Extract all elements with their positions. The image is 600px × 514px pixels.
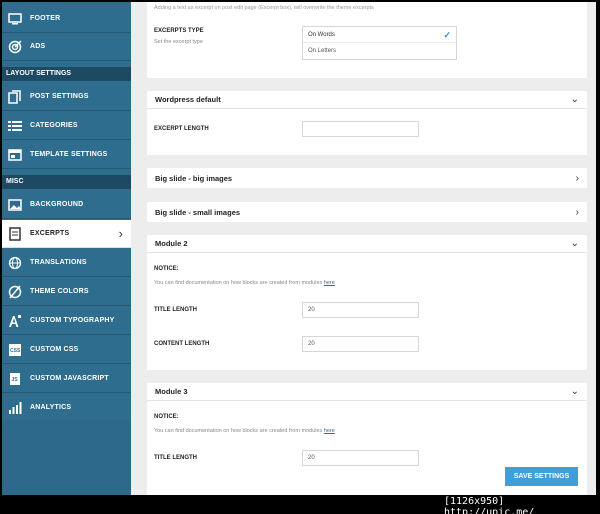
intro-text: Adding a text as excerpt on post edit pa…	[154, 5, 374, 11]
typography-icon	[4, 314, 26, 328]
excerpts-type-panel: Adding a text as excerpt on post edit pa…	[147, 2, 587, 78]
document-icon	[4, 226, 26, 241]
notice-text: You can find documentation on how blocks…	[154, 280, 335, 286]
save-settings-button[interactable]: SAVE SETTINGS	[505, 467, 578, 486]
documentation-link[interactable]: here	[324, 280, 335, 286]
sidebar-item-label: POST SETTINGS	[30, 93, 89, 100]
window-icon	[4, 148, 26, 161]
module-3-header[interactable]: Module 3 ⌄	[147, 383, 587, 401]
option-on-words[interactable]: On Words ✓	[303, 27, 456, 43]
chevron-right-icon: ›	[118, 226, 123, 241]
panel-title: Module 3	[155, 387, 188, 396]
chevron-down-icon: ⌄	[570, 94, 579, 105]
sidebar-item-categories[interactable]: CATEGORIES	[2, 112, 131, 140]
sidebar: FOOTER ADS LAYOUT SETTINGS POST SETTINGS…	[2, 2, 131, 495]
title-length-input[interactable]: 20	[302, 450, 419, 466]
chevron-right-icon: ›	[575, 172, 579, 184]
sidebar-item-label: CUSTOM CSS	[30, 346, 79, 353]
image-icon	[4, 198, 26, 211]
checkmark-icon: ✓	[443, 30, 451, 40]
sidebar-item-custom-typography[interactable]: CUSTOM TYPOGRAPHY	[2, 307, 131, 335]
panel-title: Big slide - small images	[155, 207, 241, 217]
sidebar-item-background[interactable]: BACKGROUND	[2, 191, 131, 219]
chevron-right-icon: ›	[575, 206, 579, 218]
section-misc: MISC	[2, 175, 131, 189]
sidebar-item-theme-colors[interactable]: THEME COLORS	[2, 278, 131, 306]
sidebar-item-excerpts[interactable]: EXCERPTS ›	[2, 220, 131, 248]
module-2-header[interactable]: Module 2 ⌄	[147, 235, 587, 253]
sidebar-item-template-settings[interactable]: TEMPLATE SETTINGS	[2, 141, 131, 169]
content-length-label: CONTENT LENGTH	[154, 341, 210, 347]
svg-text:JS: JS	[12, 377, 19, 383]
wordpress-default-panel: Wordpress default ⌄ EXCERPT LENGTH	[147, 91, 587, 155]
css-file-icon: CSS	[4, 343, 26, 357]
big-slide-big-panel: Big slide - big images ›	[147, 168, 587, 188]
sidebar-item-label: FOOTER	[30, 15, 61, 22]
excerpt-length-input[interactable]	[302, 121, 419, 137]
excerpts-type-label: EXCERPTS TYPE	[154, 28, 204, 34]
documentation-link[interactable]: here	[324, 428, 335, 434]
title-length-input[interactable]: 20	[302, 302, 419, 318]
sidebar-item-label: EXCERPTS	[30, 230, 70, 237]
sidebar-item-analytics[interactable]: ANALYTICS	[2, 394, 131, 422]
option-on-letters[interactable]: On Letters	[303, 43, 456, 59]
panel-title: Big slide - big images	[155, 173, 233, 183]
target-icon	[4, 39, 26, 54]
sidebar-item-custom-css[interactable]: CSS CUSTOM CSS	[2, 336, 131, 364]
sidebar-item-custom-javascript[interactable]: JS CUSTOM JAVASCRIPT	[2, 365, 131, 393]
bar-chart-icon	[4, 401, 26, 415]
sidebar-item-footer[interactable]: FOOTER	[2, 5, 131, 33]
notice-label: NOTICE:	[154, 414, 179, 420]
sidebar-item-ads[interactable]: ADS	[2, 33, 131, 61]
panel-title: Module 2	[155, 239, 188, 248]
notice-text: You can find documentation on how blocks…	[154, 428, 335, 434]
js-file-icon: JS	[4, 372, 26, 386]
content-length-input[interactable]: 20	[302, 336, 419, 352]
sidebar-item-translations[interactable]: TRANSLATIONS	[2, 249, 131, 277]
title-length-label: TITLE LENGTH	[154, 307, 197, 313]
panel-title: Wordpress default	[155, 95, 221, 104]
chevron-down-icon: ⌄	[570, 386, 579, 397]
title-length-label: TITLE LENGTH	[154, 455, 197, 461]
big-slide-small-header[interactable]: Big slide - small images ›	[147, 202, 587, 222]
svg-text:CSS: CSS	[10, 348, 21, 354]
app-frame: FOOTER ADS LAYOUT SETTINGS POST SETTINGS…	[2, 2, 596, 495]
excerpts-type-sub: Set the excerpt type	[154, 39, 203, 45]
sidebar-item-label: ANALYTICS	[30, 404, 72, 411]
big-slide-small-panel: Big slide - small images ›	[147, 202, 587, 222]
main-content: Adding a text as excerpt on post edit pa…	[131, 2, 596, 495]
excerpts-type-select[interactable]: On Words ✓ On Letters	[302, 26, 457, 60]
list-icon	[4, 120, 26, 132]
chevron-down-icon: ⌄	[570, 238, 579, 249]
copy-icon	[4, 89, 26, 104]
palette-icon	[4, 285, 26, 299]
sidebar-item-label: BACKGROUND	[30, 201, 84, 208]
sidebar-item-label: CUSTOM TYPOGRAPHY	[30, 317, 115, 324]
excerpt-length-label: EXCERPT LENGTH	[154, 126, 209, 132]
watermark-text: [1126x950] http://upic.me/	[444, 496, 535, 514]
globe-icon	[4, 256, 26, 270]
notice-label: NOTICE:	[154, 266, 179, 272]
module-2-panel: Module 2 ⌄ NOTICE: You can find document…	[147, 235, 587, 370]
wordpress-default-header[interactable]: Wordpress default ⌄	[147, 91, 587, 109]
sidebar-item-label: CATEGORIES	[30, 122, 78, 129]
sidebar-empty-area	[2, 420, 131, 495]
sidebar-item-label: TEMPLATE SETTINGS	[30, 151, 108, 158]
sidebar-item-label: ADS	[30, 43, 46, 50]
sidebar-item-post-settings[interactable]: POST SETTINGS	[2, 83, 131, 111]
big-slide-big-header[interactable]: Big slide - big images ›	[147, 168, 587, 188]
sidebar-item-label: THEME COLORS	[30, 288, 89, 295]
monitor-icon	[4, 12, 26, 25]
section-layout-settings: LAYOUT SETTINGS	[2, 67, 131, 81]
sidebar-item-label: TRANSLATIONS	[30, 259, 87, 266]
sidebar-item-label: CUSTOM JAVASCRIPT	[30, 375, 109, 382]
